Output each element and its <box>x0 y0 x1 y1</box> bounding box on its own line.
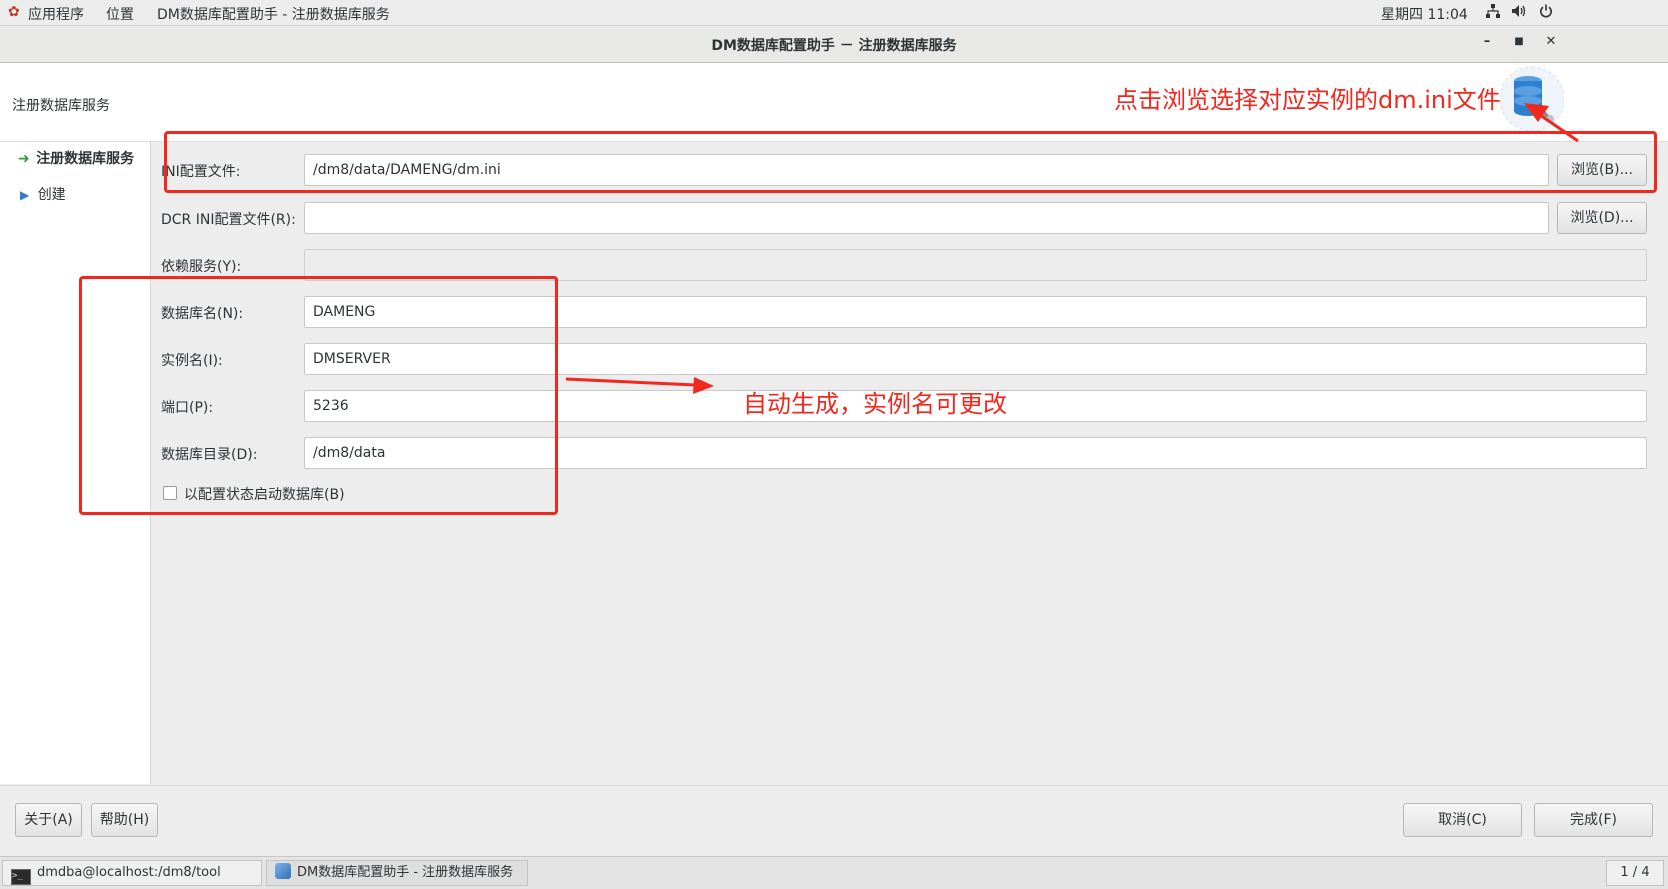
active-app-menu[interactable]: DM数据库配置助手 - 注册数据库服务 <box>157 4 390 24</box>
help-button[interactable]: 帮助(H) <box>91 803 158 837</box>
taskbar-app-label: DM数据库配置助手 - 注册数据库服务 <box>297 865 514 880</box>
window-titlebar: DM数据库配置助手 － 注册数据库服务 – ■ ✕ <box>0 26 1668 63</box>
depend-service-label: 依赖服务(Y): <box>161 259 242 275</box>
finish-button[interactable]: 完成(F) <box>1534 803 1653 837</box>
step-arrow-icon: ▶ <box>20 188 30 202</box>
page-title: 注册数据库服务 <box>12 98 110 114</box>
maximize-button[interactable]: ■ <box>1510 36 1528 47</box>
app-icon <box>275 863 291 879</box>
applications-menu[interactable]: 应用程序 <box>28 4 84 24</box>
workspace-switcher[interactable]: 1 / 4 <box>1606 860 1664 886</box>
dcr-ini-input[interactable] <box>304 202 1549 234</box>
annotation-browse-hint: 点击浏览选择对应实例的dm.ini文件 <box>1114 86 1501 114</box>
about-button[interactable]: 关于(A) <box>15 803 82 837</box>
cancel-button[interactable]: 取消(C) <box>1403 803 1522 837</box>
wizard-footer: 关于(A) 帮助(H) 取消(C) 完成(F) <box>0 785 1668 856</box>
browse-dcr-button[interactable]: 浏览(D)... <box>1557 202 1647 234</box>
taskbar-terminal-label: dmdba@localhost:/dm8/tool <box>37 865 221 880</box>
volume-icon[interactable] <box>1511 4 1527 22</box>
annotation-box-autofields <box>79 276 558 515</box>
taskbar: >_ dmdba@localhost:/dm8/tool DM数据库配置助手 - … <box>0 856 1668 889</box>
close-button[interactable]: ✕ <box>1542 34 1560 49</box>
power-icon[interactable] <box>1539 4 1553 22</box>
clock[interactable]: 星期四 11:04 <box>1381 4 1468 24</box>
taskbar-config-app[interactable]: DM数据库配置助手 - 注册数据库服务 <box>266 860 528 886</box>
minimize-button[interactable]: – <box>1478 34 1496 49</box>
nav-item-label: 创建 <box>37 187 66 203</box>
taskbar-terminal[interactable]: >_ dmdba@localhost:/dm8/tool <box>2 860 262 886</box>
applications-icon[interactable]: ✿ <box>8 4 20 20</box>
current-step-arrow-icon: ➜ <box>18 151 30 167</box>
database-icon <box>1492 63 1565 139</box>
nav-item-create[interactable]: ▶ 创建 <box>20 184 66 204</box>
terminal-icon: >_ <box>11 869 31 885</box>
top-system-bar: ✿ 应用程序 位置 DM数据库配置助手 - 注册数据库服务 星期四 11:04 <box>0 0 1668 26</box>
window-title: DM数据库配置助手 － 注册数据库服务 <box>711 38 957 54</box>
nav-item-register-service[interactable]: ➜ 注册数据库服务 <box>18 148 134 168</box>
nav-item-label: 注册数据库服务 <box>36 151 135 167</box>
annotation-auto-hint: 自动生成，实例名可更改 <box>743 390 1007 418</box>
dcr-ini-label: DCR INI配置文件(R): <box>161 212 296 228</box>
network-icon[interactable] <box>1486 4 1500 22</box>
annotation-box-ini <box>164 131 1657 193</box>
places-menu[interactable]: 位置 <box>106 4 134 24</box>
